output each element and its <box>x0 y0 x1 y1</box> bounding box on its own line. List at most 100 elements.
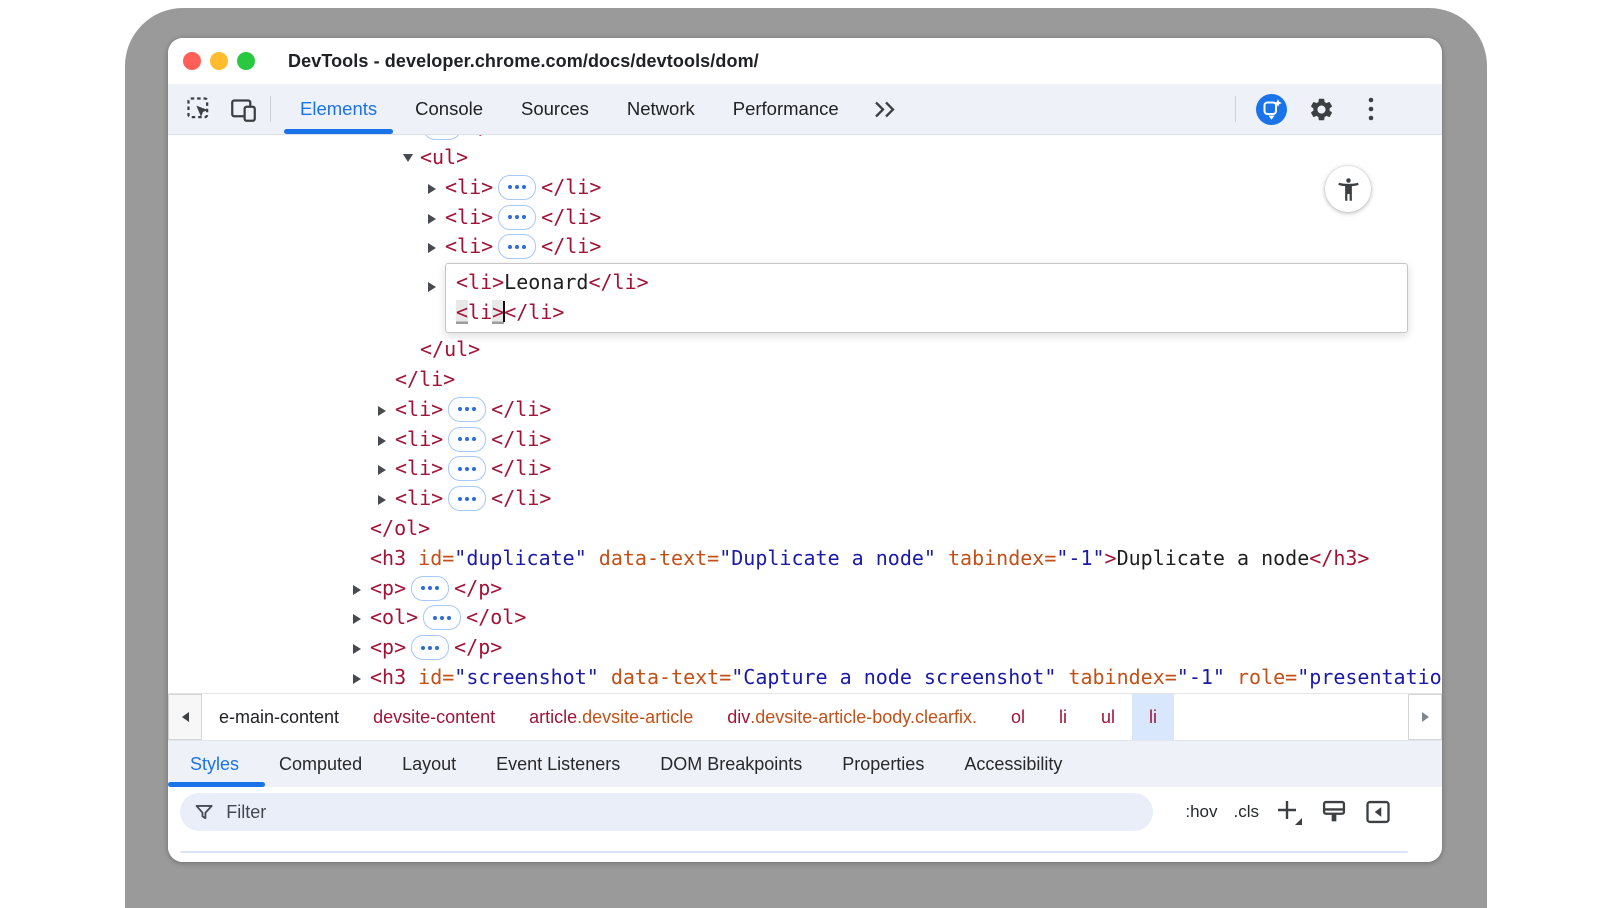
hidden-children-ellipsis-button[interactable] <box>498 205 536 230</box>
disclosure-right-arrow-icon[interactable] <box>353 603 370 633</box>
disclosure-right-arrow-icon[interactable] <box>378 395 395 425</box>
dom-tree-row[interactable]: <h3 id="screenshot" data-text="Capture a… <box>168 663 1442 693</box>
tab-elements[interactable]: Elements <box>281 84 396 134</box>
breadcrumb-part: e-main-content <box>219 707 339 728</box>
dom-tree-row[interactable]: <li></li> <box>168 484 1442 514</box>
dom-tree-row[interactable]: <li></li> <box>168 395 1442 425</box>
code-token: <li> <box>445 205 493 229</box>
code-token: </li> <box>466 135 526 139</box>
breadcrumb-part: ul <box>1101 707 1115 728</box>
footer-divider <box>180 851 1408 853</box>
breadcrumb-item[interactable]: article.devsite-article <box>512 694 710 740</box>
hidden-children-ellipsis-button[interactable] <box>448 397 486 422</box>
accessibility-explore-button[interactable] <box>1325 166 1371 212</box>
tab-network[interactable]: Network <box>608 84 714 134</box>
disclosure-right-arrow-icon[interactable] <box>353 633 370 663</box>
styles-tab-styles[interactable]: Styles <box>168 741 259 787</box>
tab-console[interactable]: Console <box>396 84 502 134</box>
disclosure-right-arrow-icon[interactable] <box>378 454 395 484</box>
dom-tree-row[interactable]: </ul> <box>168 335 1442 365</box>
device-toolbar-icon[interactable] <box>226 84 260 134</box>
toggle-element-state-button[interactable]: :hov <box>1185 802 1217 822</box>
dom-tree-row[interactable]: <li></li> <box>168 232 1442 262</box>
disclosure-right-arrow-icon[interactable] <box>428 173 445 203</box>
hidden-children-ellipsis-button[interactable] <box>423 605 461 630</box>
disclosure-right-arrow-icon[interactable] <box>378 425 395 455</box>
disclosure-down-arrow-icon[interactable] <box>403 143 420 173</box>
disclosure-right-arrow-icon[interactable] <box>353 663 370 693</box>
hidden-children-ellipsis-button[interactable] <box>411 635 449 660</box>
elements-panel: <li></li><ul><li></li><li></li><li></li>… <box>168 135 1442 693</box>
disclosure-right-arrow-icon[interactable] <box>428 232 445 262</box>
dom-tree-row[interactable]: <li></li> <box>168 173 1442 203</box>
dom-tree-row[interactable]: <ul> <box>168 143 1442 173</box>
hidden-children-ellipsis-button[interactable] <box>498 234 536 259</box>
disclosure-right-arrow-icon[interactable] <box>378 484 395 514</box>
disclosure-right-arrow-icon[interactable] <box>353 574 370 604</box>
tab-label: Event Listeners <box>496 754 620 775</box>
hidden-children-ellipsis-button[interactable] <box>448 427 486 452</box>
dom-tree-row[interactable]: </li> <box>168 365 1442 395</box>
styles-filter-field[interactable] <box>180 793 1153 831</box>
code-token: "Capture a node screenshot" <box>731 665 1056 689</box>
breadcrumb-scroll-left-button[interactable] <box>168 694 202 740</box>
minimize-window-button[interactable] <box>210 52 228 70</box>
dom-tree-row[interactable]: </ol> <box>168 514 1442 544</box>
code-token: </li> <box>541 234 601 258</box>
disclosure-right-arrow-icon[interactable] <box>428 203 445 233</box>
breadcrumb-item[interactable]: li <box>1132 694 1174 740</box>
styles-tab-event-listeners[interactable]: Event Listeners <box>476 741 640 787</box>
dom-tree-row[interactable]: <ol></ol> <box>168 603 1442 633</box>
styles-tab-accessibility[interactable]: Accessibility <box>944 741 1082 787</box>
tab-sources[interactable]: Sources <box>502 84 608 134</box>
dom-tree-row[interactable]: <h3 id="duplicate" data-text="Duplicate … <box>168 544 1442 574</box>
ai-badge-icon[interactable] <box>1254 94 1288 125</box>
hidden-children-ellipsis-button[interactable] <box>423 135 461 140</box>
code-token: <p> <box>370 576 406 600</box>
hidden-children-ellipsis-button[interactable] <box>411 576 449 601</box>
breadcrumb-scroll-right-button[interactable] <box>1408 694 1442 740</box>
close-window-button[interactable] <box>183 52 201 70</box>
filter-input[interactable] <box>224 801 1139 824</box>
styles-tab-properties[interactable]: Properties <box>822 741 944 787</box>
inspect-icon[interactable] <box>182 84 216 134</box>
breadcrumb-item[interactable]: li <box>1042 694 1084 740</box>
dom-tree-row[interactable]: <p></p> <box>168 574 1442 604</box>
disclosure-right-arrow-icon[interactable] <box>428 271 445 301</box>
dom-tree-row[interactable]: <li></li> <box>168 425 1442 455</box>
breadcrumb-item[interactable]: div.devsite-article-body.clearfix. <box>710 694 994 740</box>
dom-tree-row[interactable]: <li></li> <box>168 454 1442 484</box>
styles-tab-computed[interactable]: Computed <box>259 741 382 787</box>
maximize-window-button[interactable] <box>237 52 255 70</box>
breadcrumb-item[interactable]: ul <box>1084 694 1132 740</box>
code-token: <li> <box>445 175 493 199</box>
more-tabs-chevron-icon[interactable] <box>868 84 902 134</box>
styles-tab-dom-breakpoints[interactable]: DOM Breakpoints <box>640 741 822 787</box>
code-token: data-text= <box>587 546 719 570</box>
code-token: li <box>468 300 492 324</box>
dom-tree-row[interactable]: <li></li> <box>168 135 1442 143</box>
breadcrumb-item[interactable]: devsite-content <box>356 694 512 740</box>
element-classes-button[interactable]: .cls <box>1234 802 1260 822</box>
tab-label: Computed <box>279 754 362 775</box>
hidden-children-ellipsis-button[interactable] <box>498 175 536 200</box>
tab-label: Properties <box>842 754 924 775</box>
dom-tree-row[interactable]: <li>Leonard</li><li></li> <box>168 262 1442 335</box>
rendering-emulation-brush-icon[interactable] <box>1320 798 1348 826</box>
hidden-children-ellipsis-button[interactable] <box>448 486 486 511</box>
toggle-sidebar-icon[interactable] <box>1364 798 1392 826</box>
dom-tree-row[interactable]: <li></li> <box>168 203 1442 233</box>
breadcrumb-item[interactable]: ol <box>994 694 1042 740</box>
dom-tree-row[interactable]: <p></p> <box>168 633 1442 663</box>
tab-label: Elements <box>300 98 377 120</box>
more-options-icon[interactable] <box>1354 95 1388 123</box>
inline-edit-box[interactable]: <li>Leonard</li><li></li> <box>445 263 1408 333</box>
hidden-children-ellipsis-button[interactable] <box>448 456 486 481</box>
disclosure-right-arrow-icon[interactable] <box>353 135 370 143</box>
tab-performance[interactable]: Performance <box>714 84 858 134</box>
tab-label: DOM Breakpoints <box>660 754 802 775</box>
settings-gear-icon[interactable] <box>1304 96 1338 123</box>
new-style-rule-button[interactable] <box>1275 798 1304 827</box>
styles-tab-layout[interactable]: Layout <box>382 741 476 787</box>
breadcrumb-item[interactable]: e-main-content <box>202 694 356 740</box>
